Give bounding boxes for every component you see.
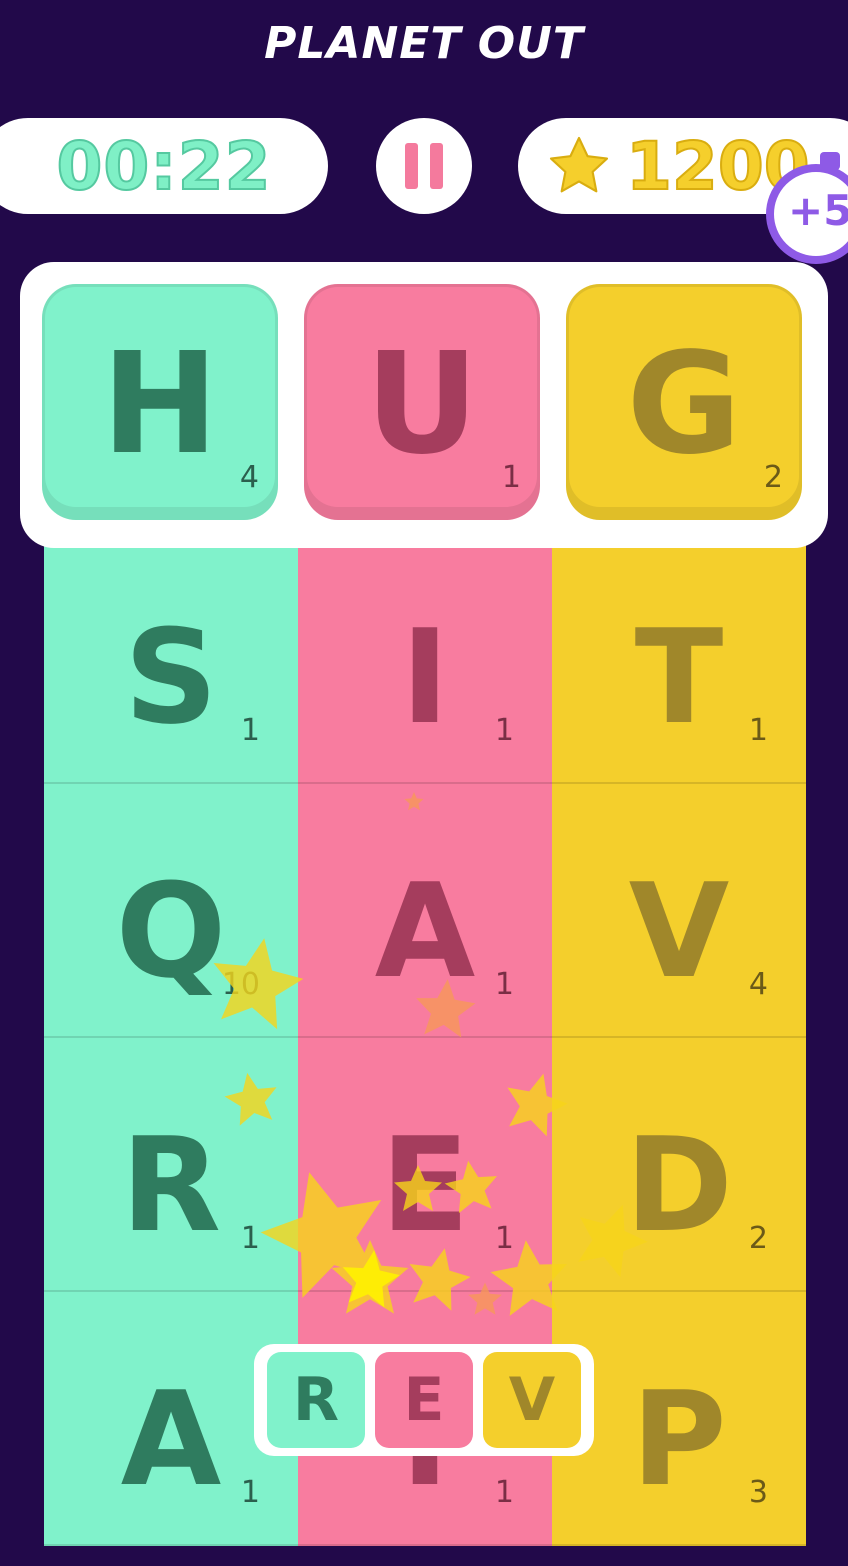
tile-letter: S	[124, 601, 218, 753]
tile-points: 1	[240, 1475, 260, 1510]
tile-points: 1	[240, 713, 260, 748]
tile-points: 1	[748, 713, 768, 748]
bonus-time: +5	[788, 186, 848, 235]
word-tile-points: 1	[501, 460, 521, 495]
tile-points: 4	[748, 967, 768, 1002]
word-tile-points: 4	[239, 460, 259, 495]
tile-points: 2	[748, 1221, 768, 1256]
tile-letter: I	[400, 601, 450, 753]
pause-button[interactable]	[376, 118, 472, 214]
star-burst-icon	[204, 792, 657, 1318]
tile-letter: T	[634, 601, 724, 753]
timer-display: 00:22	[0, 118, 328, 214]
tile-points: 1	[494, 1475, 514, 1510]
word-tile-points: 2	[763, 460, 783, 495]
selected-tile[interactable]: V	[483, 1352, 581, 1448]
word-tile[interactable]: G 2	[566, 284, 802, 520]
star-icon	[549, 136, 609, 193]
selected-tile[interactable]: R	[267, 1352, 365, 1448]
game-title: PLANET OUT	[264, 18, 584, 69]
pause-icon-bar	[430, 143, 443, 189]
grid-tile[interactable]: S1	[44, 530, 298, 784]
word-tile[interactable]: U 1	[304, 284, 540, 520]
selected-tile[interactable]: E	[375, 1352, 473, 1448]
pause-icon	[405, 143, 418, 189]
word-tile[interactable]: H 4	[42, 284, 278, 520]
grid-tile[interactable]: I1	[298, 530, 552, 784]
grid-tile[interactable]: T1	[552, 530, 806, 784]
timer-value: 00:22	[55, 127, 272, 206]
current-word-panel: H 4 U 1 G 2	[20, 262, 828, 548]
selected-letters-tray: R E V	[254, 1344, 594, 1456]
tile-points: 3	[748, 1475, 768, 1510]
tile-points: 1	[494, 713, 514, 748]
